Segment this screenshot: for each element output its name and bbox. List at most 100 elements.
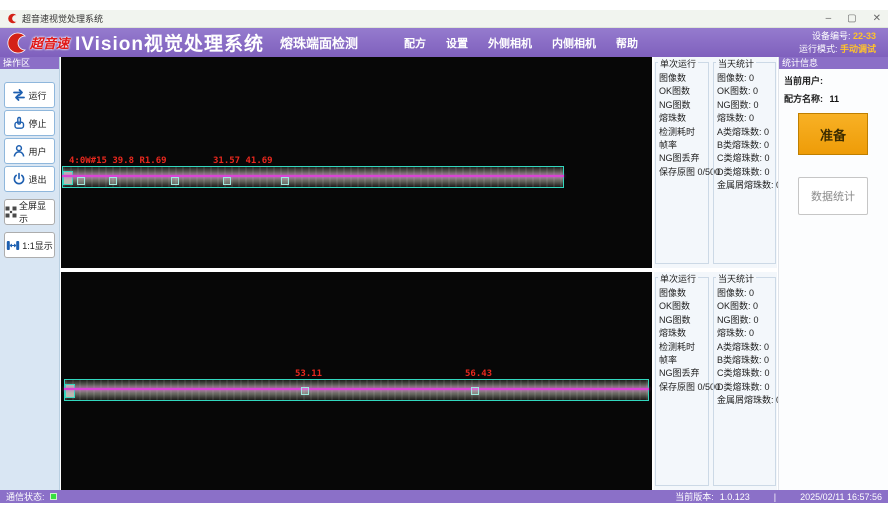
stat-row: 图像数: 0: [717, 287, 775, 300]
app-title: IVision视觉处理系统: [75, 29, 264, 56]
operation-panel-title: 操作区: [0, 57, 59, 69]
stat-row: 图像数: 0: [717, 72, 775, 85]
operation-panel: 操作区 运行 停止 用户 退出: [0, 57, 60, 490]
detection-cell: [223, 177, 231, 185]
magenta-scan-line: [64, 388, 649, 390]
version-label: 当前版本:: [675, 490, 714, 503]
fullscreen-button-label: 全屏显示: [19, 199, 54, 225]
maximize-button[interactable]: ▢: [847, 11, 856, 27]
hand-icon: [12, 116, 26, 130]
current-user-label: 当前用户:: [784, 76, 823, 86]
run-icon: [12, 88, 26, 102]
detection-cell: [471, 387, 479, 395]
menu-item-recipe[interactable]: 配方: [404, 35, 426, 51]
stat-row: OK图数: [659, 300, 708, 313]
groupbox-today-stats: 当天统计 图像数: 0 OK图数: 0 NG图数: 0 熔珠数: 0 A类熔珠数…: [713, 62, 776, 264]
detection-cell: [109, 177, 117, 185]
status-separator: |: [774, 492, 776, 502]
run-button-label: 运行: [28, 89, 46, 102]
user-icon: [12, 144, 26, 158]
stat-row: 图像数: [659, 287, 708, 300]
recipe-name-label: 配方名称:: [784, 94, 823, 104]
recipe-name-value: 11: [830, 94, 840, 104]
exit-button[interactable]: 退出: [4, 166, 55, 192]
strip-rod-end: [63, 171, 73, 185]
stat-row: NG图丢弃: [659, 367, 708, 380]
detection-cell: [281, 177, 289, 185]
stat-row: D类熔珠数: 0: [717, 381, 775, 394]
run-mode-value: 手动调试: [840, 44, 876, 54]
menu-bar: 配方 设置 外侧相机 内侧相机 帮助: [404, 35, 638, 51]
stat-row: NG图数: [659, 99, 708, 112]
one-to-one-button[interactable]: 1:1显示: [4, 232, 55, 258]
stat-row: 检测耗时: [659, 341, 708, 354]
header-status: 设备编号: 22-33 运行模式: 手动调试: [799, 30, 888, 56]
stat-row: 金属屑熔珠数: 0: [717, 394, 775, 407]
brand-logo-icon: [4, 31, 28, 55]
groupbox-single-run: 单次运行 图像数 OK图数 NG图数 熔珠数 检测耗时 帧率 NG图丢弃 保存原…: [655, 277, 709, 486]
fullscreen-button[interactable]: 全屏显示: [4, 199, 55, 225]
info-panel-title: 统计信息: [779, 57, 888, 69]
stat-row: 保存原图 0/500: [659, 166, 708, 179]
stats-panel-bottom: 单次运行 图像数 OK图数 NG图数 熔珠数 检测耗时 帧率 NG图丢弃 保存原…: [654, 272, 777, 490]
stat-row: 保存原图 0/500: [659, 381, 708, 394]
stat-row: C类熔珠数: 0: [717, 367, 775, 380]
detection-strip: [64, 379, 649, 401]
menu-item-inner-camera[interactable]: 内侧相机: [552, 35, 596, 51]
camera-viewport-bottom: 53.11 56.43: [61, 272, 652, 490]
version-value: 1.0.123: [720, 492, 750, 502]
window-titlebar: 超音速视觉处理系统 – ▢ ✕: [0, 10, 888, 28]
info-panel: 统计信息 当前用户: 配方名称: 11 准备 数据统计: [778, 57, 888, 490]
status-datetime: 2025/02/11 16:57:56: [800, 492, 882, 502]
menu-item-help[interactable]: 帮助: [616, 35, 638, 51]
comm-status-indicator: [50, 493, 57, 500]
one-to-one-button-label: 1:1显示: [22, 239, 53, 252]
user-button[interactable]: 用户: [4, 138, 55, 164]
groupbox-title: 当天统计: [716, 57, 756, 70]
stat-row: 熔珠数: [659, 327, 708, 340]
stat-row: 熔珠数: [659, 112, 708, 125]
stat-row: 熔珠数: 0: [717, 327, 775, 340]
stat-row: NG图数: 0: [717, 99, 775, 112]
app-subtitle: 熔珠端面检测: [280, 33, 358, 52]
detection-strip: [62, 166, 564, 188]
stat-row: NG图数: [659, 314, 708, 327]
menu-item-outer-camera[interactable]: 外侧相机: [488, 35, 532, 51]
prepare-button[interactable]: 准备: [798, 113, 868, 155]
exit-button-label: 退出: [28, 173, 46, 186]
stat-row: OK图数: 0: [717, 300, 775, 313]
data-stats-button[interactable]: 数据统计: [798, 177, 868, 215]
magenta-scan-line: [62, 175, 564, 177]
brand-name: 超音速: [30, 33, 69, 52]
one-to-one-icon: [6, 239, 20, 252]
device-id-value: 22-33: [853, 31, 876, 41]
groupbox-title: 单次运行: [658, 57, 698, 70]
minimize-button[interactable]: –: [826, 11, 832, 27]
stat-row: B类熔珠数: 0: [717, 139, 775, 152]
stat-row: A类熔珠数: 0: [717, 341, 775, 354]
close-button[interactable]: ✕: [873, 11, 881, 27]
camera-viewport-top: 4:0W#15 39.8 R1.69 31.57 41.69: [61, 57, 652, 268]
menu-item-settings[interactable]: 设置: [446, 35, 468, 51]
brand-logo: 超音速: [0, 31, 75, 55]
stat-row: 图像数: [659, 72, 708, 85]
status-bar: 通信状态: 当前版本: 1.0.123 | 2025/02/11 16:57:5…: [0, 490, 888, 503]
stat-row: 帧率: [659, 354, 708, 367]
power-icon: [12, 172, 26, 186]
stat-row: D类熔珠数: 0: [717, 166, 775, 179]
app-header: 超音速 IVision视觉处理系统 熔珠端面检测 配方 设置 外侧相机 内侧相机…: [0, 28, 888, 57]
window-title: 超音速视觉处理系统: [22, 12, 103, 25]
groupbox-title: 当天统计: [716, 272, 756, 285]
detection-cell: [77, 177, 85, 185]
groupbox-single-run: 单次运行 图像数 OK图数 NG图数 熔珠数 检测耗时 帧率 NG图丢弃 保存原…: [655, 62, 709, 264]
stop-button[interactable]: 停止: [4, 110, 55, 136]
stat-row: C类熔珠数: 0: [717, 152, 775, 165]
stat-row: OK图数: [659, 85, 708, 98]
detection-cell: [301, 387, 309, 395]
stat-row: 帧率: [659, 139, 708, 152]
measurement-annotation: 53.11: [295, 369, 322, 379]
measurement-annotation: 4:0W#15 39.8 R1.69: [69, 156, 167, 166]
stat-row: A类熔珠数: 0: [717, 126, 775, 139]
stop-button-label: 停止: [28, 117, 46, 130]
run-button[interactable]: 运行: [4, 82, 55, 108]
